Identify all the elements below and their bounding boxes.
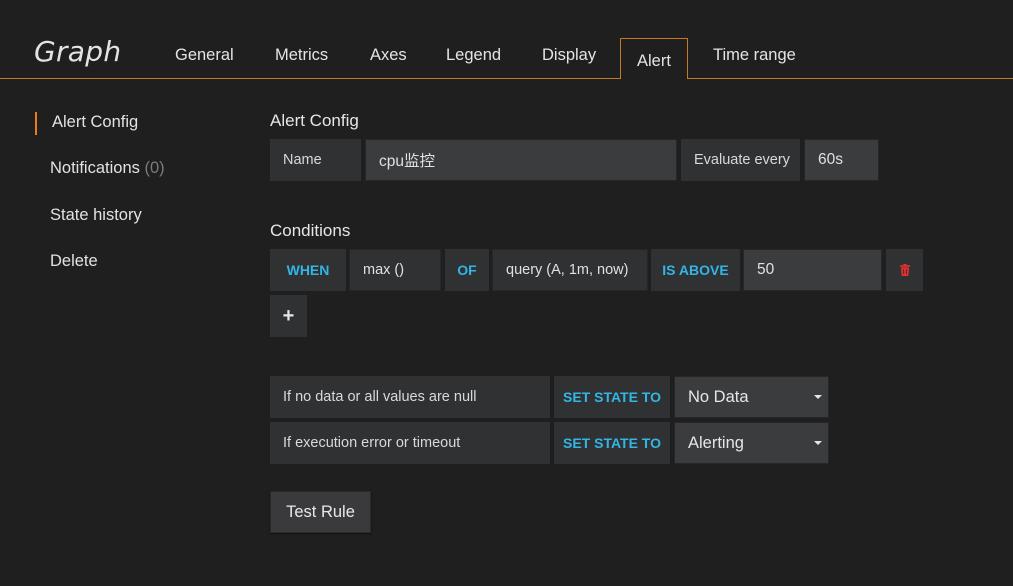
sidenav-notifications[interactable]: Notifications (0)	[50, 159, 165, 178]
tab-axes[interactable]: Axes	[370, 46, 407, 65]
sidenav-notifications-label: Notifications	[50, 159, 140, 177]
of-keyword: OF	[445, 249, 489, 291]
no-data-state-value: No Data	[688, 387, 749, 406]
tab-display[interactable]: Display	[542, 46, 596, 65]
exec-error-state-value: Alerting	[688, 433, 744, 452]
plus-icon: +	[282, 305, 295, 327]
sidenav-state-history[interactable]: State history	[50, 206, 142, 225]
tab-time-range[interactable]: Time range	[713, 46, 796, 65]
reducer-selector[interactable]: max ()	[349, 249, 441, 291]
sidenav-alert-config[interactable]: Alert Config	[34, 112, 139, 135]
conditions-title: Conditions	[270, 221, 351, 240]
sidenav-delete-label: Delete	[50, 252, 98, 270]
evaluate-every-input[interactable]: 60s	[804, 139, 879, 181]
exec-error-state-select[interactable]: Alerting	[674, 422, 829, 464]
tab-general[interactable]: General	[175, 46, 234, 65]
tab-alert[interactable]: Alert	[620, 38, 688, 79]
trash-icon	[899, 264, 910, 276]
add-condition-button[interactable]: +	[270, 295, 307, 337]
panel-editor-header: Graph General Metrics Axes Legend Displa…	[0, 0, 1013, 79]
chevron-down-icon	[814, 441, 822, 445]
tab-metrics[interactable]: Metrics	[275, 46, 328, 65]
sidenav-state-history-label: State history	[50, 206, 142, 224]
test-rule-button[interactable]: Test Rule	[270, 491, 371, 533]
evaluate-every-label: Evaluate every	[681, 139, 800, 181]
tab-legend[interactable]: Legend	[446, 46, 501, 65]
alert-config-title: Alert Config	[270, 111, 359, 130]
no-data-state-select[interactable]: No Data	[674, 376, 829, 418]
name-label: Name	[270, 139, 361, 181]
threshold-input[interactable]: 50	[743, 249, 882, 291]
delete-condition-button[interactable]	[886, 249, 923, 291]
no-data-label: If no data or all values are null	[270, 376, 550, 418]
panel-type-title: Graph	[34, 35, 122, 68]
query-selector[interactable]: query (A, 1m, now)	[492, 249, 648, 291]
no-data-set-state-label: SET STATE TO	[554, 376, 670, 418]
notifications-count: (0)	[144, 159, 165, 177]
sidenav-delete[interactable]: Delete	[50, 252, 98, 271]
sidenav-alert-config-label: Alert Config	[52, 113, 139, 131]
evaluator-selector[interactable]: IS ABOVE	[651, 249, 740, 291]
exec-error-set-state-label: SET STATE TO	[554, 422, 670, 464]
when-keyword[interactable]: WHEN	[270, 249, 346, 291]
alert-name-input[interactable]: cpu监控	[365, 139, 677, 181]
exec-error-label: If execution error or timeout	[270, 422, 550, 464]
chevron-down-icon	[814, 395, 822, 399]
